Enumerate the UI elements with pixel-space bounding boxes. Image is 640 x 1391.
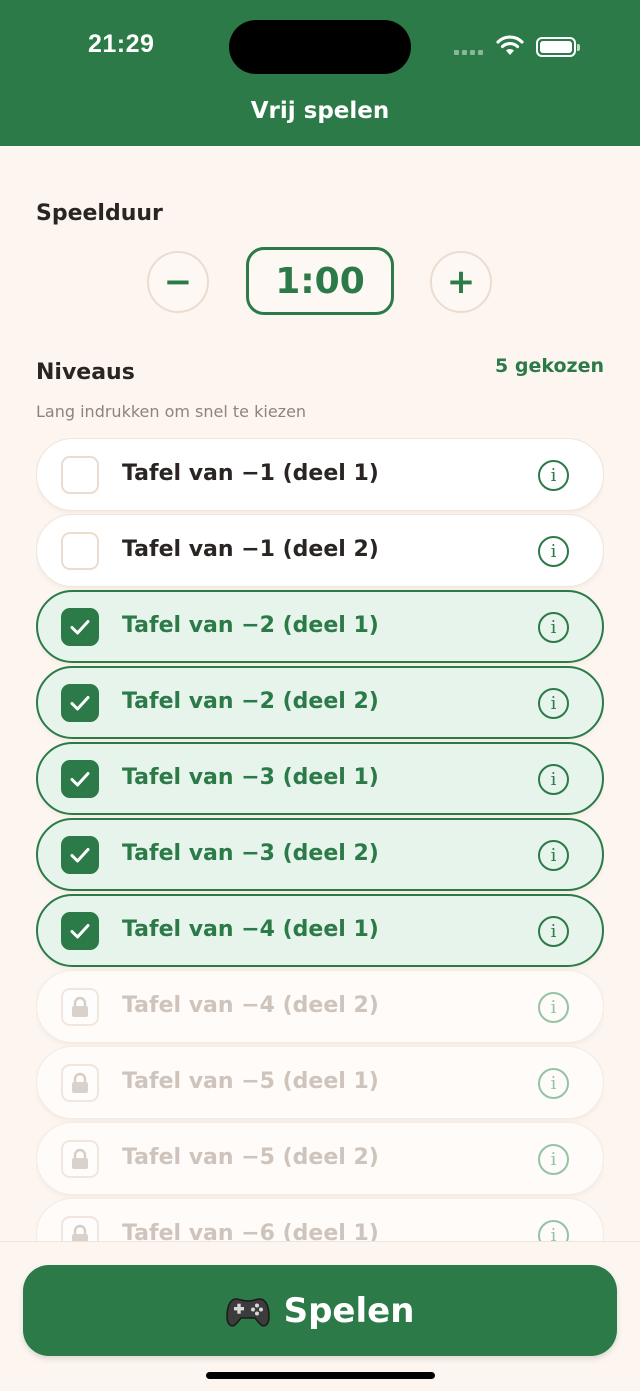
level-row[interactable]: Tafel van −1 (deel 1) i [36, 438, 604, 511]
level-row: Tafel van −6 (deel 1) i [36, 1198, 604, 1241]
level-row[interactable]: Tafel van −2 (deel 1) i [36, 590, 604, 663]
minus-icon: − [163, 262, 193, 302]
level-row[interactable]: Tafel van −3 (deel 2) i [36, 818, 604, 891]
checkbox[interactable] [61, 456, 99, 494]
checkbox-checked[interactable] [61, 836, 99, 874]
checkmark-icon [70, 924, 90, 939]
level-label: Tafel van −6 (deel 1) [122, 1221, 379, 1241]
levels-title: Niveaus [36, 360, 135, 385]
lock-icon [61, 1216, 99, 1241]
level-label: Tafel van −5 (deel 1) [122, 1069, 379, 1094]
checkmark-icon [70, 772, 90, 787]
level-row[interactable]: Tafel van −1 (deel 2) i [36, 514, 604, 587]
info-icon[interactable]: i [538, 1220, 569, 1241]
cellular-signal-icon [454, 50, 483, 55]
dynamic-island [229, 20, 411, 74]
lock-icon [61, 988, 99, 1026]
info-icon[interactable]: i [538, 688, 569, 719]
level-row: Tafel van −5 (deel 2) i [36, 1122, 604, 1195]
level-row: Tafel van −5 (deel 1) i [36, 1046, 604, 1119]
checkmark-icon [70, 620, 90, 635]
info-icon[interactable]: i [538, 460, 569, 491]
info-icon[interactable]: i [538, 1068, 569, 1099]
level-row: Tafel van −4 (deel 2) i [36, 970, 604, 1043]
plus-icon: + [446, 262, 476, 302]
checkbox[interactable] [61, 532, 99, 570]
wifi-icon [496, 35, 524, 55]
info-icon[interactable]: i [538, 840, 569, 871]
info-icon[interactable]: i [538, 764, 569, 795]
page-title: Vrij spelen [250, 98, 390, 124]
duration-value: 1:00 [246, 247, 394, 315]
level-row[interactable]: Tafel van −4 (deel 1) i [36, 894, 604, 967]
play-button-label: Spelen [283, 1290, 415, 1331]
info-icon[interactable]: i [538, 992, 569, 1023]
checkbox-checked[interactable] [61, 684, 99, 722]
level-row[interactable]: Tafel van −3 (deel 1) i [36, 742, 604, 815]
checkmark-icon [70, 848, 90, 863]
duration-title: Speelduur [36, 201, 163, 226]
lock-icon [61, 1140, 99, 1178]
level-label: Tafel van −4 (deel 1) [122, 917, 379, 942]
gamepad-icon [225, 1297, 270, 1326]
level-label: Tafel van −1 (deel 2) [122, 537, 379, 562]
checkbox-checked[interactable] [61, 608, 99, 646]
levels-list[interactable]: Tafel van −1 (deel 1) i Tafel van −1 (deel… [36, 438, 604, 1241]
level-label: Tafel van −2 (deel 2) [122, 689, 379, 714]
checkbox-checked[interactable] [61, 912, 99, 950]
level-label: Tafel van −1 (deel 1) [122, 461, 379, 486]
info-icon[interactable]: i [538, 1144, 569, 1175]
info-icon[interactable]: i [538, 916, 569, 947]
selected-count: 5 gekozen [495, 355, 604, 377]
info-icon[interactable]: i [538, 536, 569, 567]
increase-duration-button[interactable]: + [430, 251, 492, 313]
info-icon[interactable]: i [538, 612, 569, 643]
decrease-duration-button[interactable]: − [147, 251, 209, 313]
levels-hint: Lang indrukken om snel te kiezen [36, 402, 307, 421]
status-time: 21:29 [88, 30, 155, 58]
home-indicator [206, 1372, 435, 1379]
level-row[interactable]: Tafel van −2 (deel 2) i [36, 666, 604, 739]
checkmark-icon [70, 696, 90, 711]
top-bar: 21:29 Vrij spelen [0, 0, 640, 146]
level-label: Tafel van −2 (deel 1) [122, 613, 379, 638]
level-label: Tafel van −3 (deel 1) [122, 765, 379, 790]
lock-icon [61, 1064, 99, 1102]
level-label: Tafel van −3 (deel 2) [122, 841, 379, 866]
battery-icon [536, 37, 580, 57]
checkbox-checked[interactable] [61, 760, 99, 798]
level-label: Tafel van −4 (deel 2) [122, 993, 379, 1018]
play-button[interactable]: Spelen [23, 1265, 617, 1356]
level-label: Tafel van −5 (deel 2) [122, 1145, 379, 1170]
